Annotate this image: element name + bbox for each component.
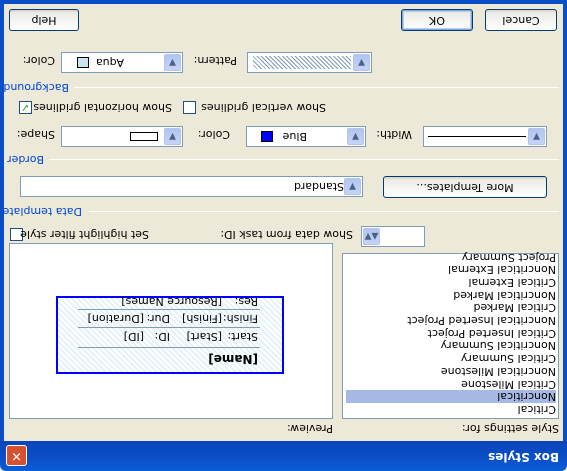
border-color-label: Color: (197, 128, 230, 141)
cancel-button[interactable]: Cancel (485, 9, 557, 31)
style-list-item[interactable]: Noncritical (346, 390, 556, 404)
task-id-spinner[interactable]: ▲▼ (361, 226, 425, 247)
style-list-item[interactable]: Noncritical Inserted Project (346, 314, 556, 327)
template-value: Standard (293, 180, 344, 193)
preview-dur-label: Dur: (146, 312, 170, 325)
style-settings-label: Style settings for: (461, 422, 559, 435)
preview-res-value: [Resource Names] (121, 295, 222, 308)
style-list-item[interactable]: Noncritical Marked (346, 289, 556, 302)
border-color-swatch (261, 131, 273, 142)
style-list-item[interactable]: Critical External (346, 276, 556, 289)
dropdown-arrow-icon[interactable]: ▼ (164, 128, 181, 145)
preview-dur-value: [Duration] (87, 312, 144, 325)
style-list-item[interactable]: Critical Inserted Project (346, 327, 556, 340)
box-styles-dialog: Box Styles ✕ Style settings for: Critica… (0, 0, 567, 471)
preview-start-value: [Start] (186, 330, 222, 343)
title-bar[interactable]: Box Styles ✕ (0, 441, 567, 471)
close-button[interactable]: ✕ (6, 445, 27, 466)
vertical-gridlines-label: Show vertical gridlines (201, 101, 326, 114)
dropdown-arrow-icon[interactable]: ▼ (164, 54, 181, 71)
preview-id-label: ID: (154, 330, 170, 343)
style-list-item[interactable]: Project Summary (346, 251, 556, 264)
shape-swatch (130, 132, 158, 141)
pattern-select[interactable]: ▼ (247, 52, 372, 73)
window-title: Box Styles (488, 450, 559, 464)
task-id-label: Show data from task ID: (220, 228, 353, 241)
help-button[interactable]: Help (9, 9, 79, 31)
preview-res-label: Res: (234, 295, 258, 308)
preview-finish-label: Finish: (222, 312, 258, 325)
bg-color-value: Aqua (95, 56, 124, 69)
preview-box: [Name] Start: [Start] ID: [ID] Finish: [… (56, 295, 284, 374)
preview-label: Preview: (287, 422, 333, 435)
horizontal-gridlines-checkbox[interactable]: ✓ (19, 101, 32, 114)
style-list-item[interactable]: Critical (346, 403, 556, 416)
preview-finish-value: [Finish] (182, 312, 222, 325)
bg-color-swatch (77, 57, 89, 68)
style-list-item[interactable]: Noncritical Summary (346, 340, 556, 353)
pattern-swatch (253, 56, 351, 69)
style-list-item[interactable]: Noncritical External (346, 263, 556, 276)
background-group-label: Background (3, 81, 69, 94)
more-templates-button[interactable]: More Templates... (383, 176, 547, 198)
shape-select[interactable]: ▼ (61, 126, 183, 147)
bg-color-select[interactable]: Aqua ▼ (61, 52, 183, 73)
width-line (428, 136, 526, 137)
close-icon: ✕ (11, 448, 22, 463)
pattern-label: Pattern: (193, 54, 237, 67)
border-color-value: Blue (282, 130, 307, 143)
border-group-label: Border (7, 153, 44, 166)
shape-label: Shape: (16, 128, 55, 141)
bg-color-label: Color: (22, 54, 55, 67)
width-select[interactable]: ▼ (423, 126, 547, 147)
style-list-item[interactable]: Noncritical Milestone (346, 365, 556, 378)
checkmark-icon: ✓ (20, 101, 30, 114)
preview-start-label: Start: (227, 330, 258, 343)
horizontal-gridlines-label: Show horizontal gridlines (33, 101, 172, 114)
data-template-group-label: Data template (2, 205, 82, 218)
style-list-item[interactable]: Critical Milestone (346, 378, 556, 391)
spinner-icon[interactable]: ▲▼ (363, 228, 380, 245)
ok-button[interactable]: OK (401, 9, 473, 31)
preview-pane: [Name] Start: [Start] ID: [ID] Finish: [… (9, 243, 333, 419)
highlight-filter-label: Set highlight filter style (20, 228, 149, 241)
dropdown-arrow-icon[interactable]: ▼ (528, 128, 545, 145)
preview-id-value: [ID] (123, 330, 144, 343)
dropdown-arrow-icon[interactable]: ▼ (344, 178, 361, 195)
style-list[interactable]: Critical Noncritical Critical Milestone Non… (342, 251, 559, 419)
style-list-item[interactable]: Critical Summary (346, 352, 556, 365)
template-select[interactable]: Standard ▼ (20, 176, 363, 197)
border-color-select[interactable]: Blue ▼ (246, 126, 366, 147)
vertical-gridlines-checkbox[interactable] (183, 101, 196, 114)
dropdown-arrow-icon[interactable]: ▼ (353, 54, 370, 71)
width-label: Width: (376, 128, 412, 141)
preview-name: [Name] (208, 352, 258, 366)
dropdown-arrow-icon[interactable]: ▼ (347, 128, 364, 145)
style-list-item[interactable]: Critical Marked (346, 301, 556, 314)
